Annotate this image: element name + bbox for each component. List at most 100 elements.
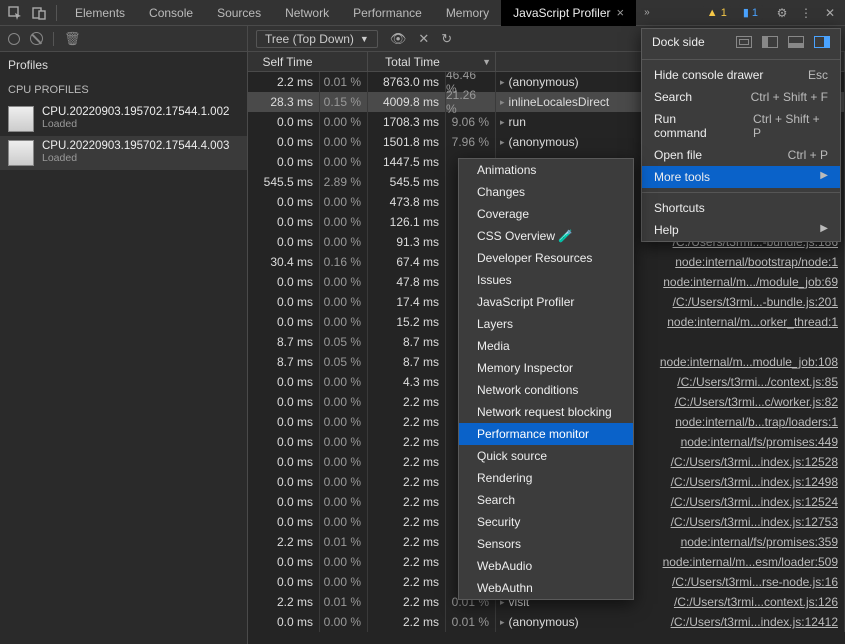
tools-item-webauthn[interactable]: WebAuthn [459,577,633,599]
dock-right-icon[interactable] [814,36,830,48]
source-link[interactable]: /C:/Users/t3rmi...c/worker.js:82 [675,395,844,409]
tools-item-search[interactable]: Search [459,489,633,511]
tools-item-layers[interactable]: Layers [459,313,633,335]
menu-item-run-command[interactable]: Run commandCtrl + Shift + P [642,108,840,144]
source-link[interactable]: /C:/Users/t3rmi...-bundle.js:201 [673,295,844,309]
tools-item-coverage[interactable]: Coverage [459,203,633,225]
col-total-time[interactable]: Total Time▼ [368,52,496,71]
sort-desc-icon: ▼ [482,57,491,67]
more-tools-submenu: AnimationsChangesCoverageCSS Overview 🧪D… [458,158,634,600]
source-link[interactable]: /C:/Users/t3rmi.../context.js:85 [677,375,844,389]
source-link[interactable]: node:internal/m...orker_thread:1 [667,315,844,329]
source-link[interactable]: /C:/Users/t3rmi...index.js:12528 [671,455,844,469]
tab-memory[interactable]: Memory [434,0,501,26]
source-link[interactable]: node:internal/fs/promises:359 [681,535,844,549]
profile-status: Loaded [42,152,229,164]
tools-item-network-request-blocking[interactable]: Network request blocking [459,401,633,423]
tools-item-network-conditions[interactable]: Network conditions [459,379,633,401]
source-link[interactable]: node:internal/m...esm/loader:509 [663,555,844,569]
tools-item-sensors[interactable]: Sensors [459,533,633,555]
tools-item-performance-monitor[interactable]: Performance monitor [459,423,633,445]
dock-side-row: Dock side [642,29,840,55]
profile-name: CPU.20220903.195702.17544.4.003 [42,140,229,152]
tab-javascript-profiler[interactable]: JavaScript Profiler× [501,0,636,26]
table-row[interactable]: 0.0 ms0.00 %2.2 ms0.01 %▸(anonymous)/C:/… [248,612,845,632]
source-link[interactable]: /C:/Users/t3rmi...rse-node.js:16 [672,575,844,589]
clear-focus-icon[interactable]: ✕ [418,31,429,47]
source-link[interactable]: node:internal/m...module_job:108 [660,355,844,369]
delete-icon[interactable]: 🗑 [64,31,81,47]
more-tabs-chevron[interactable]: » [638,7,656,18]
devtools-main-menu: Dock side Hide console drawerEscSearchCt… [641,28,841,242]
source-link[interactable]: node:internal/fs/promises:449 [681,435,844,449]
source-link[interactable]: /C:/Users/t3rmi...index.js:12498 [671,475,844,489]
tab-network[interactable]: Network [273,0,341,26]
profile-status: Loaded [42,118,229,130]
tools-item-issues[interactable]: Issues [459,269,633,291]
menu-item-help[interactable]: Help▶ [642,219,840,241]
disclosure-icon[interactable]: ▸ [500,97,505,108]
menu-item-open-file[interactable]: Open fileCtrl + P [642,144,840,166]
device-toggle-icon[interactable] [28,2,50,24]
tools-item-quick-source[interactable]: Quick source [459,445,633,467]
tools-item-memory-inspector[interactable]: Memory Inspector [459,357,633,379]
profiles-sidebar: Profiles CPU PROFILES CPU.20220903.19570… [0,52,248,644]
source-link[interactable]: node:internal/b...trap/loaders:1 [675,415,844,429]
tools-item-css-overview-[interactable]: CSS Overview 🧪 [459,225,633,247]
view-mode-dropdown[interactable]: Tree (Top Down) ▼ [256,30,378,48]
source-link[interactable]: /C:/Users/t3rmi...index.js:12524 [671,495,844,509]
tab-sources[interactable]: Sources [205,0,273,26]
close-devtools-icon[interactable]: ✕ [819,2,841,24]
menu-item-search[interactable]: SearchCtrl + Shift + F [642,86,840,108]
tools-item-security[interactable]: Security [459,511,633,533]
source-link[interactable]: /C:/Users/t3rmi...index.js:12753 [671,515,844,529]
reload-icon[interactable]: ↻ [441,31,452,47]
profile-item[interactable]: CPU.20220903.195702.17544.1.002Loaded [0,102,247,136]
tools-item-changes[interactable]: Changes [459,181,633,203]
chevron-down-icon: ▼ [360,34,369,44]
menu-item-shortcuts[interactable]: Shortcuts [642,197,840,219]
clear-button[interactable] [30,32,43,45]
profile-name: CPU.20220903.195702.17544.1.002 [42,106,229,118]
sidebar-section: CPU PROFILES [0,78,247,102]
info-badge[interactable]: ▮ 1 [738,5,763,20]
dock-side-label: Dock side [652,35,705,49]
menu-item-more-tools[interactable]: More tools▶ [642,166,840,188]
source-link[interactable]: /C:/Users/t3rmi...index.js:12412 [671,615,844,629]
disclosure-icon[interactable]: ▸ [500,77,505,88]
warnings-badge[interactable]: ▲ 1 [702,6,732,20]
disclosure-icon[interactable]: ▸ [500,137,505,148]
source-link[interactable]: /C:/Users/t3rmi...context.js:126 [674,595,844,609]
profile-item[interactable]: CPU.20220903.195702.17544.4.003Loaded [0,136,247,170]
tab-performance[interactable]: Performance [341,0,434,26]
tools-item-webaudio[interactable]: WebAudio [459,555,633,577]
sidebar-title: Profiles [0,52,247,78]
tools-item-media[interactable]: Media [459,335,633,357]
focus-icon[interactable]: 👁 [390,31,407,47]
devtools-tabbar: ElementsConsoleSourcesNetworkPerformance… [0,0,845,26]
profile-icon [8,106,34,132]
tools-item-javascript-profiler[interactable]: JavaScript Profiler [459,291,633,313]
disclosure-icon[interactable]: ▸ [500,117,505,128]
inspect-icon[interactable] [4,2,26,24]
disclosure-icon[interactable]: ▸ [500,617,505,628]
record-button[interactable] [8,33,20,45]
tab-console[interactable]: Console [137,0,205,26]
tab-elements[interactable]: Elements [63,0,137,26]
dock-left-icon[interactable] [762,36,778,48]
col-self-time[interactable]: Self Time [248,52,368,71]
tools-item-developer-resources[interactable]: Developer Resources [459,247,633,269]
kebab-menu-icon[interactable]: ⋮ [795,2,817,24]
tools-item-animations[interactable]: Animations [459,159,633,181]
settings-gear-icon[interactable]: ⚙ [771,2,793,24]
dock-undock-icon[interactable] [736,36,752,48]
close-tab-icon[interactable]: × [617,5,625,20]
source-link[interactable]: node:internal/m.../module_job:69 [663,275,844,289]
submenu-arrow-icon: ▶ [820,223,828,237]
dock-bottom-icon[interactable] [788,36,804,48]
source-link[interactable]: node:internal/bootstrap/node:1 [675,255,844,269]
submenu-arrow-icon: ▶ [820,170,828,184]
tools-item-rendering[interactable]: Rendering [459,467,633,489]
menu-item-hide-console-drawer[interactable]: Hide console drawerEsc [642,64,840,86]
tabs: ElementsConsoleSourcesNetworkPerformance… [63,0,636,26]
